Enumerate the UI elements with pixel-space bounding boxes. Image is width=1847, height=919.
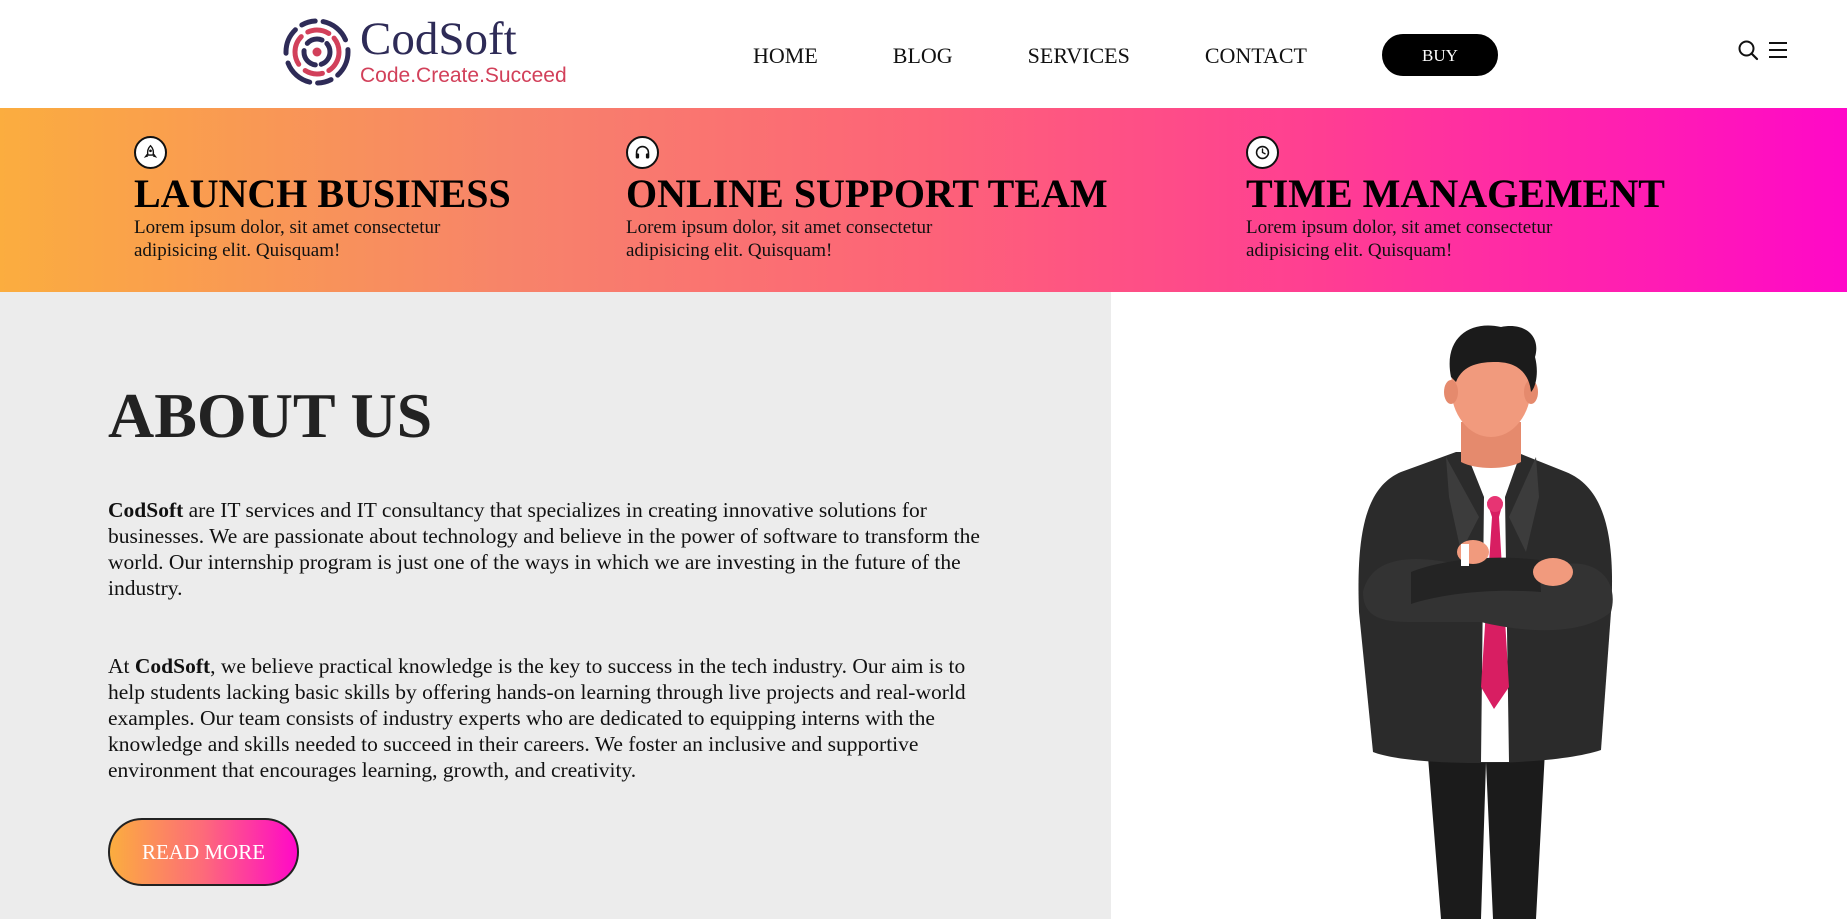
nav-blog-link[interactable]: BLOG xyxy=(893,43,953,69)
feature-online-support-team: ONLINE SUPPORT TEAM Lorem ipsum dolor, s… xyxy=(626,136,1108,262)
nav-contact-link[interactable]: CONTACT xyxy=(1205,43,1307,69)
about-title: ABOUT US xyxy=(108,380,433,451)
feature-text: Lorem ipsum dolor, sit amet consectetur … xyxy=(134,217,441,261)
about-paragraph-2-text: , we believe practical knowledge is the … xyxy=(108,654,966,782)
feature-title: LAUNCH BUSINESS xyxy=(134,171,511,216)
feature-text: Lorem ipsum dolor, sit amet consectetur … xyxy=(626,217,933,261)
buy-now-button[interactable]: BUY NOW xyxy=(1381,34,1498,107)
search-icon[interactable] xyxy=(1736,38,1760,62)
main-nav: HOME BLOG SERVICES CONTACT BUY NOW xyxy=(753,34,1498,107)
nav-services-link[interactable]: SERVICES xyxy=(1028,43,1130,69)
about-brand-name: CodSoft xyxy=(134,654,211,678)
features-band: LAUNCH BUSINESS Lorem ipsum dolor, sit a… xyxy=(0,108,1847,292)
about-paragraph-1-text: are IT services and IT consultancy that … xyxy=(108,498,980,600)
businessman-image xyxy=(1358,325,1613,919)
about-paragraph-2: At CodSoft, we believe practical knowled… xyxy=(108,653,1003,783)
headset-icon xyxy=(626,136,659,169)
feature-title: ONLINE SUPPORT TEAM xyxy=(626,171,1108,216)
feature-text: Lorem ipsum dolor, sit amet consectetur … xyxy=(1246,217,1553,261)
about-paragraph-2-start: At xyxy=(108,654,135,678)
menu-icon[interactable] xyxy=(1766,38,1790,62)
read-more-button[interactable]: READ MORE xyxy=(108,818,299,886)
about-section: ABOUT US CodSoft are IT services and IT … xyxy=(0,292,1111,919)
site-header: CodSoft Code.Create.Succeed HOME BLOG SE… xyxy=(0,0,1847,108)
brand-tagline: Code.Create.Succeed xyxy=(360,64,567,87)
feature-launch-business: LAUNCH BUSINESS Lorem ipsum dolor, sit a… xyxy=(134,136,511,262)
clock-icon xyxy=(1246,136,1279,169)
about-paragraph-1: CodSoft are IT services and IT consultan… xyxy=(108,497,1003,601)
businessman-illustration xyxy=(1111,292,1847,919)
brand-name: CodSoft xyxy=(360,13,517,65)
rocket-icon xyxy=(134,136,167,169)
header-icons xyxy=(1736,38,1796,62)
feature-time-management: TIME MANAGEMENT Lorem ipsum dolor, sit a… xyxy=(1246,136,1665,262)
logo-mark-icon xyxy=(283,18,351,86)
feature-title: TIME MANAGEMENT xyxy=(1246,171,1665,216)
about-brand-name: CodSoft xyxy=(108,498,184,522)
brand-logo[interactable]: CodSoft Code.Create.Succeed xyxy=(282,16,567,88)
nav-home-link[interactable]: HOME xyxy=(753,43,818,69)
